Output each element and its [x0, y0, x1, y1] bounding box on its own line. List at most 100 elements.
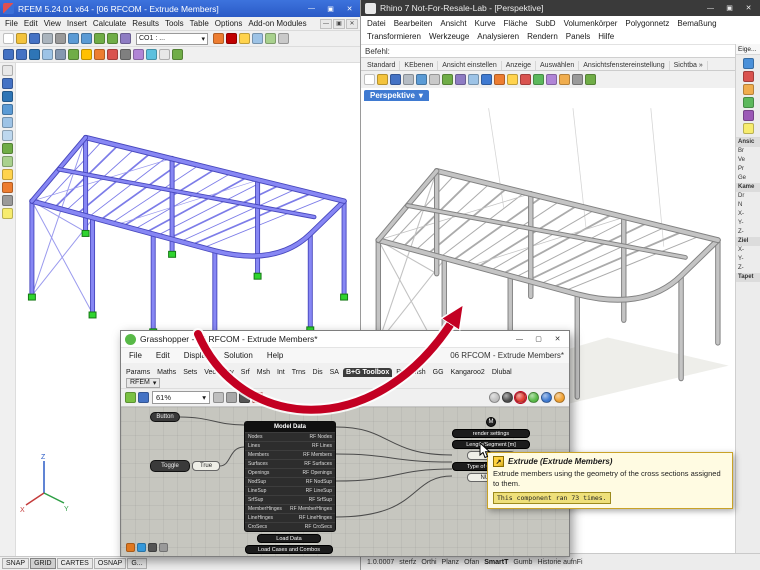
rfem-menu-item[interactable]: File [2, 19, 21, 28]
help-panel-icon[interactable] [743, 110, 754, 121]
preview-orange-sphere[interactable] [554, 392, 565, 403]
rfem-close-button[interactable]: ✕ [342, 3, 357, 15]
calculate-icon[interactable] [213, 33, 224, 44]
save-file-icon[interactable] [390, 74, 401, 85]
gh-node-port-row[interactable]: LineHingesRF LineHinges [245, 513, 335, 522]
solid-icon[interactable] [55, 49, 66, 60]
rhino-toolbar-tab[interactable]: Ansicht einstellen [438, 61, 501, 70]
rhino-toolbar-tab[interactable]: KEbenen [400, 61, 438, 70]
help-icon[interactable] [172, 49, 183, 60]
gh-close-button[interactable]: ✕ [550, 333, 565, 345]
rfem-menu-item[interactable]: Results [129, 19, 162, 28]
open-file-icon[interactable] [377, 74, 388, 85]
gh-load-data-node[interactable]: Load Data [257, 534, 321, 543]
settings-icon[interactable] [278, 33, 289, 44]
gh-component-tab[interactable]: Dlubal [489, 368, 515, 377]
gh-component-tab[interactable]: Msh [254, 368, 273, 377]
undo-icon[interactable] [416, 74, 427, 85]
dimension-tool-icon[interactable] [2, 195, 13, 206]
new-icon[interactable] [3, 33, 14, 44]
gh-toggle-value[interactable]: True [192, 461, 220, 471]
rhino-close-button[interactable]: ✕ [741, 2, 756, 14]
preview-blue-sphere[interactable] [541, 392, 552, 403]
notes-icon[interactable] [265, 33, 276, 44]
rfem-menu-item[interactable]: Insert [64, 19, 90, 28]
pan-icon[interactable] [429, 74, 440, 85]
rfem-child-restore-button[interactable]: ▣ [333, 19, 345, 29]
gh-node-port-row[interactable]: NodesRF Nodes [245, 432, 335, 441]
rfem-menu-item[interactable]: View [41, 19, 64, 28]
line-icon[interactable] [16, 49, 27, 60]
rfem-menu-item[interactable]: Edit [21, 19, 41, 28]
new-member-icon[interactable] [2, 104, 13, 115]
gh-component-tab[interactable]: GG [430, 368, 447, 377]
rfem-status-chip[interactable]: OSNAP [94, 558, 127, 569]
rfem-status-chip[interactable]: GRID [30, 558, 56, 569]
rhino-menu-item[interactable]: Panels [563, 32, 593, 41]
support-icon[interactable] [68, 49, 79, 60]
rhino-menu-item[interactable]: Kurve [472, 19, 499, 28]
help-icon[interactable] [585, 74, 596, 85]
focus-icon[interactable] [226, 392, 237, 403]
print-icon[interactable] [403, 74, 414, 85]
node-icon[interactable] [3, 49, 14, 60]
rfem-status-chip[interactable]: SNAP [2, 558, 29, 569]
gh-titlebar[interactable]: Grasshopper - 06 RFCOM - Extrude Members… [121, 331, 569, 348]
area-load-icon[interactable] [2, 182, 13, 193]
gh-dark-widget-icon[interactable] [148, 543, 157, 552]
rhino-menu-item[interactable]: Werkzeuge [426, 32, 472, 41]
gh-menu-widget-icon[interactable] [159, 543, 168, 552]
visibility-icon[interactable] [146, 49, 157, 60]
select-arrow-icon[interactable] [2, 65, 13, 76]
zoom-out-icon[interactable] [107, 33, 118, 44]
new-surface-icon[interactable] [2, 117, 13, 128]
member-icon[interactable] [29, 49, 40, 60]
rhino-status-toggle[interactable]: Ofan [464, 559, 479, 566]
rhino-menu-item[interactable]: Hilfe [595, 32, 617, 41]
rhino-toolbar-tab[interactable]: Auswählen [536, 61, 579, 70]
gh-component-tab[interactable]: Crv [220, 368, 237, 377]
gh-maximize-button[interactable]: ▢ [531, 333, 546, 345]
gh-node-port-row[interactable]: LineSupRF LineSup [245, 486, 335, 495]
rhino-menu-item[interactable]: Analysieren [474, 32, 522, 41]
shade-icon[interactable] [468, 74, 479, 85]
gh-node-port-row[interactable]: NodSupRF NodSup [245, 477, 335, 486]
preview-shaded-sphere[interactable] [515, 392, 526, 403]
gh-component-tab[interactable]: SA [327, 368, 342, 377]
surface-icon[interactable] [42, 49, 53, 60]
gh-component-tab[interactable]: Maths [154, 368, 179, 377]
material-panel-icon[interactable] [743, 71, 754, 82]
preview-wire-sphere[interactable] [502, 392, 513, 403]
rfem-menu-item[interactable]: Calculate [90, 19, 129, 28]
rhino-status-toggle[interactable]: SmartT [484, 559, 508, 566]
rfem-menu-item[interactable]: Options [212, 19, 246, 28]
new-line-icon[interactable] [2, 91, 13, 102]
gh-component-tab[interactable]: Vec [201, 368, 219, 377]
rfem-restore-button[interactable]: ▣ [323, 3, 338, 15]
open-icon[interactable] [16, 33, 27, 44]
preview-off-sphere[interactable] [489, 392, 500, 403]
rhino-viewport-tab[interactable]: Perspektive ▾ [364, 90, 429, 101]
rhino-status-toggle[interactable]: Gumb [513, 559, 532, 566]
cut-icon[interactable] [55, 33, 66, 44]
gh-component-tab[interactable]: B+G Toolbox [343, 368, 392, 377]
undo-icon[interactable] [68, 33, 79, 44]
rfem-menu-item[interactable]: Table [187, 19, 212, 28]
rhino-restore-button[interactable]: ▣ [722, 2, 737, 14]
gh-node-port-row[interactable]: SurfacesRF Surfaces [245, 459, 335, 468]
results-icon[interactable] [226, 33, 237, 44]
gh-toggle-node[interactable]: Toggle [150, 460, 190, 472]
rfem-status-chip[interactable]: CARTES [57, 558, 93, 569]
zoom-icon[interactable] [442, 74, 453, 85]
rhino-toolbar-tab[interactable]: Sichtba » [670, 61, 708, 70]
gh-node-port-row[interactable]: MemberHingesRF MemberHinges [245, 504, 335, 513]
rhino-menu-item[interactable]: Transformieren [364, 32, 424, 41]
gh-component-tab[interactable]: Dis [310, 368, 326, 377]
hinge-icon[interactable] [81, 49, 92, 60]
gh-zoom-combo[interactable]: 61%▾ [152, 391, 210, 404]
gh-category-dropdown[interactable]: RFEM▾ [126, 378, 160, 388]
gh-node-port-row[interactable]: LinesRF Lines [245, 441, 335, 450]
comment-icon[interactable] [2, 208, 13, 219]
layers-panel-icon[interactable] [743, 84, 754, 95]
rfem-load-case-combo[interactable]: CO1 : ...▾ [136, 33, 208, 45]
